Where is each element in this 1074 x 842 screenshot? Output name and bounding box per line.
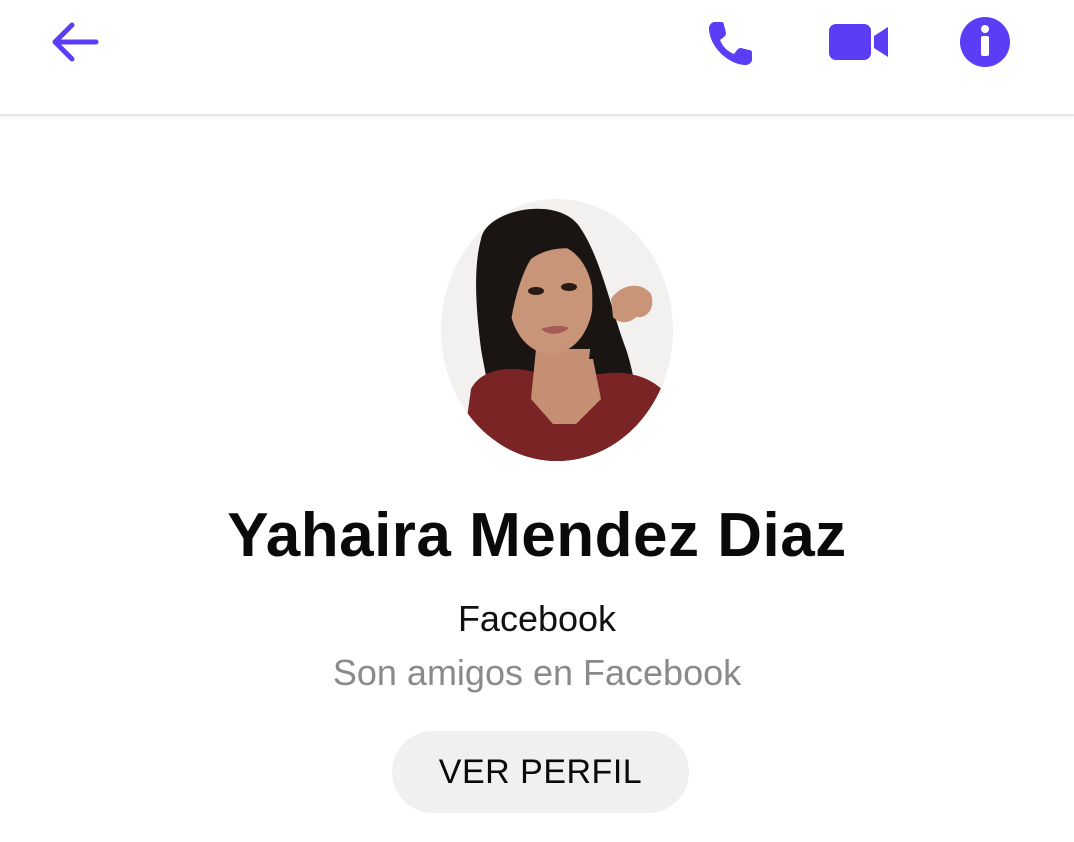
contact-name: Yahaira Mendez Diaz bbox=[227, 501, 847, 570]
back-button[interactable] bbox=[42, 10, 106, 74]
top-app-bar bbox=[0, 0, 1074, 116]
video-call-button[interactable] bbox=[827, 10, 891, 74]
video-camera-icon bbox=[829, 24, 888, 60]
phone-icon bbox=[709, 22, 752, 65]
profile-avatar bbox=[441, 199, 673, 461]
friendship-status: Son amigos en Facebook bbox=[332, 652, 742, 693]
info-icon bbox=[960, 17, 1010, 67]
arrow-left-icon bbox=[52, 22, 99, 62]
voice-call-button[interactable] bbox=[700, 10, 764, 74]
contact-source: Facebook bbox=[457, 598, 617, 639]
info-button[interactable] bbox=[953, 10, 1017, 74]
view-profile-button[interactable]: VER PERFIL bbox=[392, 731, 689, 813]
